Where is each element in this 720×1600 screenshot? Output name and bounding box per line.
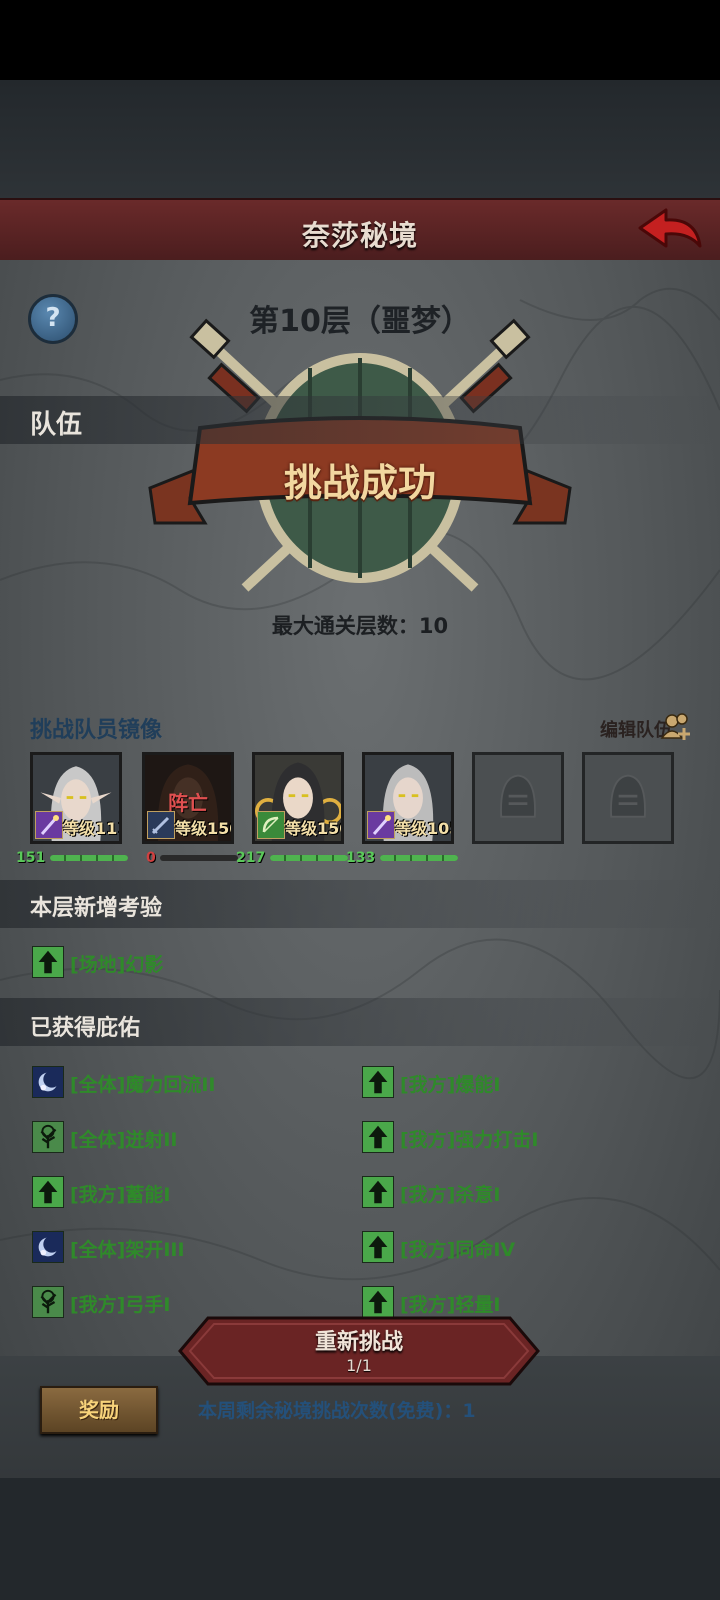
back-arrow-icon[interactable] bbox=[636, 206, 706, 258]
edit-team-icon[interactable] bbox=[660, 712, 694, 742]
team-slot-4[interactable]: 等级105 bbox=[362, 752, 454, 844]
hero-hp-bar bbox=[270, 855, 348, 861]
moon-icon[interactable] bbox=[32, 1066, 64, 1098]
mirror-label: 挑战队员镜像 bbox=[30, 718, 163, 743]
arrow-up-icon[interactable] bbox=[362, 1231, 394, 1263]
blessing-label: [我方]同命IV bbox=[400, 1239, 516, 1261]
max-floor-label: 最大通关层数：10 bbox=[271, 614, 449, 638]
reward-button[interactable]: 奖励 bbox=[40, 1386, 158, 1434]
trials-section-title: 本层新增考验 bbox=[30, 896, 163, 921]
hero-hp: 151 bbox=[16, 850, 46, 866]
retry-label: 重新挑战 bbox=[314, 1330, 403, 1355]
team-slot-2[interactable]: 阵亡 等级150 bbox=[142, 752, 234, 844]
tree-icon[interactable] bbox=[32, 1121, 64, 1153]
page-title: 奈莎秘境 bbox=[301, 219, 418, 252]
tree-icon[interactable] bbox=[32, 1286, 64, 1318]
blessing-label: [全体]迸射II bbox=[70, 1129, 178, 1151]
team-slot-3[interactable]: 等级150 bbox=[252, 752, 344, 844]
blessing-label: [我方]爆能I bbox=[400, 1074, 501, 1096]
team-slot-empty-2[interactable] bbox=[582, 752, 674, 844]
blessing-label: [我方]蓄能I bbox=[70, 1184, 171, 1206]
status-bar bbox=[0, 0, 720, 80]
hero-hp-bar bbox=[160, 855, 238, 861]
hero-level: 等级111 bbox=[63, 819, 122, 838]
blessing-label: [我方]杀意I bbox=[400, 1184, 501, 1206]
trial-label: [场地]幻影 bbox=[70, 954, 164, 976]
blessings-section-title: 已获得庇佑 bbox=[30, 1016, 141, 1041]
arrow-up-icon[interactable] bbox=[32, 1176, 64, 1208]
weekly-attempts-label: 本周剩余秘境挑战次数(免费)：1 bbox=[198, 1400, 476, 1422]
team-section-title: 队伍 bbox=[30, 410, 83, 440]
arrow-up-icon[interactable] bbox=[32, 946, 64, 978]
bottom-background bbox=[0, 1478, 720, 1600]
hero-level: 等级105 bbox=[395, 819, 454, 838]
arrow-up-icon[interactable] bbox=[362, 1121, 394, 1153]
hero-hp-bar bbox=[380, 855, 458, 861]
team-slot-empty-1[interactable] bbox=[472, 752, 564, 844]
hero-hp-bar bbox=[50, 855, 128, 861]
staff-icon bbox=[367, 811, 395, 839]
blessings-section-bar: 已获得庇佑 bbox=[0, 998, 720, 1046]
blessing-label: [我方]强力打击I bbox=[400, 1129, 539, 1151]
hero-level: 等级150 bbox=[285, 819, 344, 838]
hero-hp: 133 bbox=[346, 850, 376, 866]
bow-icon bbox=[257, 811, 285, 839]
arrow-up-icon[interactable] bbox=[362, 1286, 394, 1318]
blessing-label: [我方]轻量I bbox=[400, 1294, 501, 1316]
team-slot-1[interactable]: 等级111 bbox=[30, 752, 122, 844]
top-background bbox=[0, 80, 720, 200]
blessing-label: [我方]弓手I bbox=[70, 1294, 171, 1316]
blessing-label: [全体]架开III bbox=[70, 1239, 185, 1261]
staff-icon bbox=[35, 811, 63, 839]
empty-helmet-icon bbox=[610, 774, 646, 818]
arrow-up-icon[interactable] bbox=[362, 1066, 394, 1098]
retry-count: 1/1 bbox=[346, 1356, 372, 1375]
trials-section-bar: 本层新增考验 bbox=[0, 880, 720, 928]
team-section-bar: 队伍 bbox=[0, 396, 720, 444]
header-bar: 奈莎秘境 bbox=[0, 198, 720, 265]
sword-icon bbox=[147, 811, 175, 839]
hero-hp: 0 bbox=[146, 850, 156, 866]
arrow-up-icon[interactable] bbox=[362, 1176, 394, 1208]
hero-level: 等级150 bbox=[175, 819, 234, 838]
empty-helmet-icon bbox=[500, 774, 536, 818]
blessing-label: [全体]魔力回流II bbox=[70, 1074, 216, 1096]
challenge-result: 挑战成功 bbox=[283, 461, 436, 505]
hero-hp: 217 bbox=[236, 850, 266, 866]
moon-icon[interactable] bbox=[32, 1231, 64, 1263]
